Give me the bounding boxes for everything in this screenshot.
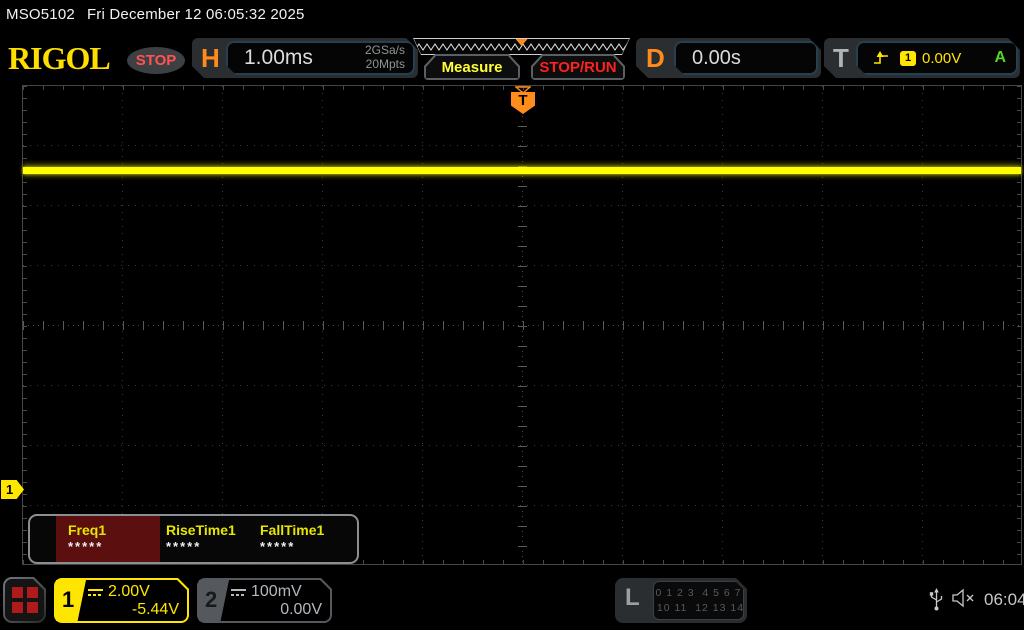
measure-button[interactable]: Measure [424,54,520,80]
memory-depth: 20Mpts [365,57,405,71]
measurement-value: ***** [166,539,202,554]
titlebar: MSO5102 Fri December 12 06:05:32 2025 [6,6,305,23]
waveform-preview-strip[interactable] [413,38,630,55]
channel1-badge[interactable]: 1 2.00V -5.44V [54,578,189,623]
edge-ticks-left [23,86,27,564]
trigger-position-marker[interactable]: T [511,92,535,114]
trigger-settings-button[interactable]: T 1 0.00V A [824,38,1020,78]
run-state-badge: STOP [127,47,185,74]
logic-label: L [625,584,640,611]
rigol-logo: RIGOL [8,40,111,76]
delay-label: D [646,43,665,73]
trigger-box[interactable]: 1 0.00V A [856,41,1018,75]
channel1-number: 1 [56,580,86,621]
stop-run-button[interactable]: STOP/RUN [531,54,625,80]
graticule: T [22,85,1022,565]
measurement-value: ***** [68,539,104,554]
trigger-label: T [833,43,849,73]
measurement-panel: Freq1 ***** RiseTime1 ***** FallTime1 **… [28,514,359,564]
datetime: Fri December 12 06:05:32 2025 [86,6,305,23]
dc-coupling-icon [88,589,103,597]
delay-value: 0.00s [692,46,741,69]
model-name: MSO5102 [6,6,75,23]
usb-icon [929,588,943,611]
channel2-badge[interactable]: 2 100mV 0.00V [197,578,332,623]
menu-grid-icon [5,579,44,621]
measurement-item-risetime1[interactable]: RiseTime1 ***** [160,516,254,562]
measurement-label: FallTime1 [260,522,325,538]
logic-row2: 8 9 10 11 12 13 14 15 [635,601,762,614]
channel1-ground-marker[interactable]: 1 [1,480,24,499]
dc-coupling-icon [231,589,246,597]
measurement-item-freq1[interactable]: Freq1 ***** [56,516,160,562]
trigger-sweep-mode: A [994,49,1006,66]
channel2-number: 2 [199,580,229,621]
measurement-value: ***** [260,539,296,554]
acquisition-info: 2GSa/s 20Mpts [365,44,405,72]
trigger-slope-icon [872,50,890,66]
channel2-scale: 100mV [251,583,302,600]
delay-settings-button[interactable]: D 0.00s [636,38,821,78]
timebase-box[interactable]: 1.00ms 2GSa/s 20Mpts [226,41,415,75]
trigger-level-value: 0.00V [922,49,962,67]
timebase-value: 1.00ms [244,46,313,69]
clock[interactable]: 06:04 [984,590,1024,610]
logic-channels-badge[interactable]: L 0 1 2 3 4 5 6 78 9 10 11 12 13 14 15 [615,578,747,623]
measurement-label: RiseTime1 [166,522,236,538]
measurement-item-falltime1[interactable]: FallTime1 ***** [254,516,348,562]
stop-run-button-label: STOP/RUN [533,56,623,78]
oscilloscope-screen: MSO5102 Fri December 12 06:05:32 2025 RIG… [0,0,1024,630]
channel1-trace [23,167,1021,174]
center-horizontal-ticks [23,321,1021,330]
logic-channel-numbers: 0 1 2 3 4 5 6 78 9 10 11 12 13 14 15 [653,581,744,620]
channel1-offset: -5.44V [131,601,179,618]
edge-ticks-right [1017,86,1021,564]
measure-button-label: Measure [426,56,518,78]
trigger-source-badge: 1 [900,51,916,66]
sample-rate: 2GSa/s [364,43,405,58]
main-menu-button[interactable] [3,577,46,623]
delay-box[interactable]: 0.00s [674,41,818,75]
channel1-scale: 2.00V [108,583,150,600]
speaker-muted-icon[interactable] [951,588,979,608]
horizontal-settings-button[interactable]: H 1.00ms 2GSa/s 20Mpts [192,38,418,78]
channel2-offset: 0.00V [280,601,322,618]
logic-row1: 0 1 2 3 4 5 6 7 [655,587,742,600]
measurement-label: Freq1 [68,522,107,538]
horizontal-label: H [201,43,220,73]
